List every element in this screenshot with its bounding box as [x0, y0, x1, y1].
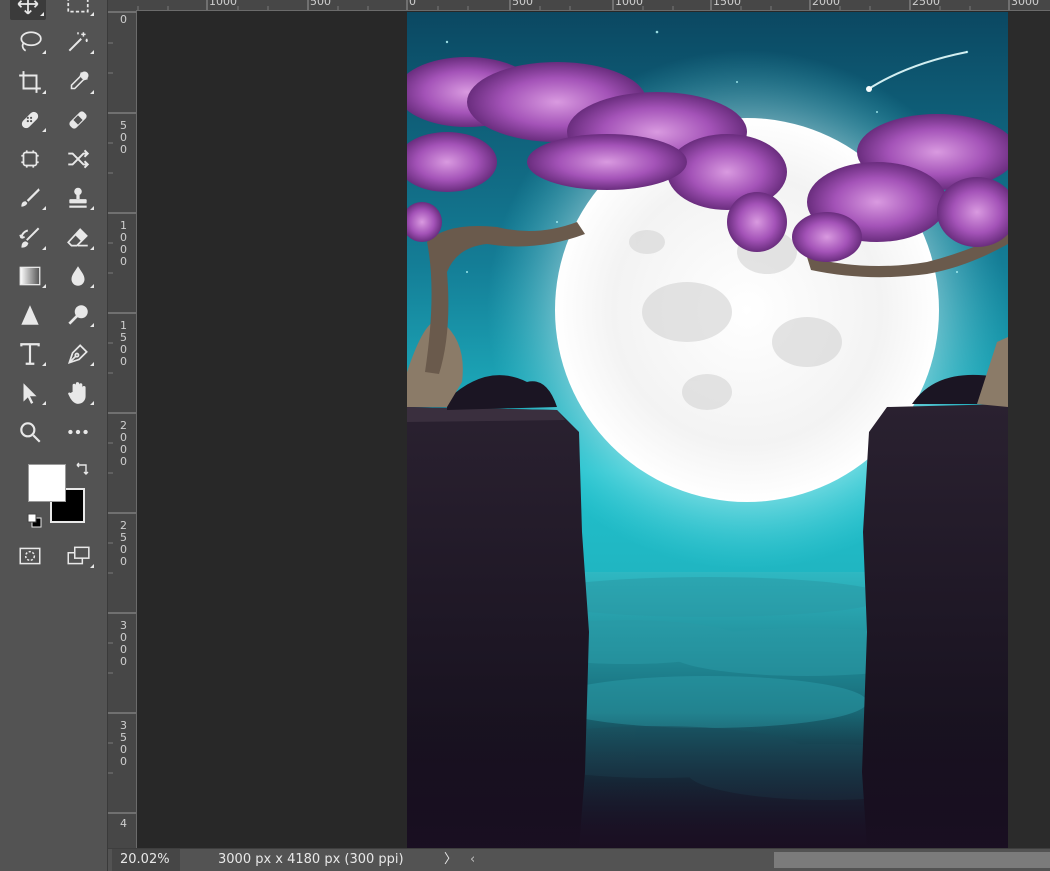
spot-healing-tool-button[interactable]	[12, 104, 48, 136]
crop-icon	[19, 71, 41, 93]
brush-icon	[21, 188, 40, 207]
water-drop-icon	[71, 266, 85, 286]
swap-colors-icon[interactable]	[74, 462, 90, 478]
horizontal-ruler-ticks	[137, 0, 1010, 10]
crop-tool-button[interactable]	[12, 66, 48, 98]
quick-mask-button[interactable]	[12, 540, 48, 572]
horizontal-scrollbar-thumb[interactable]	[774, 852, 1050, 868]
magnifier-icon	[20, 422, 41, 443]
ruler-label: 1500	[120, 319, 127, 368]
pen-icon	[67, 344, 88, 365]
ruler-label: 500	[310, 0, 331, 8]
ruler-label: 0	[120, 13, 127, 26]
path-selection-tool-button[interactable]	[12, 377, 48, 409]
quick-mask-icon	[19, 547, 41, 565]
zoom-tool-button[interactable]	[12, 416, 48, 448]
ruler-label: 2000	[812, 0, 840, 8]
type-icon	[20, 343, 40, 365]
dodge-tool-button[interactable]	[60, 299, 96, 331]
lasso-icon	[20, 31, 42, 52]
history-brush-tool-button[interactable]	[12, 222, 48, 254]
status-menu-chevron-icon[interactable]: 〉	[444, 849, 457, 871]
content-aware-move-tool-button[interactable]	[12, 143, 48, 175]
screen-mode-icon	[67, 546, 90, 565]
ruler-label: 1000	[209, 0, 237, 8]
ruler-label: 500	[512, 0, 533, 8]
ruler-label: 500	[120, 119, 127, 156]
history-brush-icon	[19, 227, 40, 248]
brush-tool-button[interactable]	[12, 182, 48, 214]
sharpen-tool-button[interactable]	[12, 299, 48, 331]
ruler-label: 3000	[120, 619, 127, 668]
arrow-cursor-icon	[23, 383, 37, 404]
hand-tool-button[interactable]	[60, 377, 96, 409]
marquee-tool-button[interactable]	[60, 0, 96, 20]
zoom-level-field[interactable]: 20.02%	[112, 849, 180, 871]
scroll-left-arrow-icon[interactable]: ‹	[470, 849, 475, 871]
healing-brush-tool-button[interactable]	[60, 104, 96, 136]
hand-icon	[68, 382, 86, 404]
stamp-icon	[69, 187, 87, 208]
magic-wand-icon	[68, 32, 88, 52]
ruler-label: 1000	[615, 0, 643, 8]
move-icon	[17, 0, 39, 15]
ruler-label: 4	[120, 817, 127, 830]
content-aware-icon	[21, 150, 39, 168]
more-tools-button[interactable]	[60, 416, 96, 448]
ruler-label: 2500	[120, 519, 127, 568]
eraser-tool-button[interactable]	[60, 222, 96, 254]
ruler-label: 3500	[120, 719, 127, 768]
clone-stamp-tool-button[interactable]	[60, 182, 96, 214]
move-tool-button[interactable]	[10, 0, 46, 20]
ruler-label: 2000	[120, 419, 127, 468]
type-tool-button[interactable]	[12, 338, 48, 370]
eyedropper-tool-button[interactable]	[60, 66, 96, 98]
rectangular-marquee-icon	[67, 0, 89, 13]
shuffle-icon	[68, 149, 90, 169]
gradient-tool-button[interactable]	[12, 260, 48, 292]
blur-tool-button[interactable]	[60, 260, 96, 292]
workspace-right-area	[1008, 12, 1050, 848]
pen-tool-button[interactable]	[60, 338, 96, 370]
eyedropper-icon	[70, 71, 89, 90]
vertical-ruler: 0 500 1000 1500 2000 2500 3000 3500 4	[108, 10, 137, 848]
triangle-icon	[21, 305, 39, 325]
spot-healing-brush-icon	[21, 111, 39, 129]
screen-mode-button[interactable]	[60, 540, 96, 572]
perspective-warp-tool-button[interactable]	[60, 143, 96, 175]
default-colors-icon[interactable]	[27, 513, 43, 529]
ruler-label: 1500	[713, 0, 741, 8]
foreground-color-swatch[interactable]	[28, 464, 66, 502]
ruler-label: 3000	[1011, 0, 1039, 8]
status-bar: 20.02% 3000 px x 4180 px (300 ppi) 〉 ‹	[108, 848, 1050, 871]
document-info: 3000 px x 4180 px (300 ppi)	[218, 852, 404, 867]
bandage-icon	[69, 111, 87, 129]
artwork-image	[407, 12, 1008, 848]
lasso-tool-button[interactable]	[12, 26, 48, 58]
ruler-label: 2500	[912, 0, 940, 8]
tools-panel	[0, 0, 108, 871]
gradient-icon	[19, 266, 41, 286]
dodge-icon	[68, 305, 88, 325]
ellipsis-icon	[68, 429, 88, 435]
magic-wand-tool-button[interactable]	[60, 26, 96, 58]
eraser-icon	[67, 228, 88, 247]
horizontal-ruler: 1000 500 0 500 1000 1500 2000 2500 3000	[108, 0, 1050, 11]
ruler-label: 0	[409, 0, 416, 8]
document-canvas[interactable]	[407, 12, 1008, 848]
ruler-label: 1000	[120, 219, 127, 268]
